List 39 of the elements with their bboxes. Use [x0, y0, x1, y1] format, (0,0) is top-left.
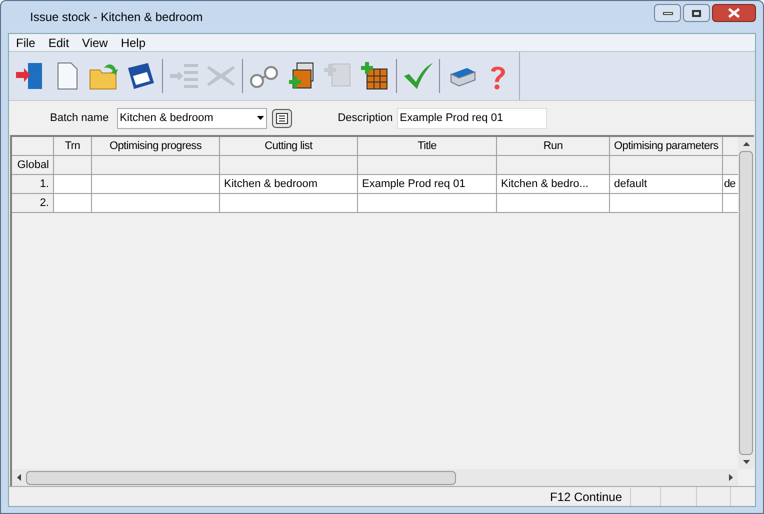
table-cell: de — [723, 175, 738, 194]
table-cell: Example Prod req 01 — [358, 175, 497, 194]
scroll-left-icon[interactable] — [17, 474, 21, 481]
maximize-button[interactable] — [683, 4, 710, 22]
close-button[interactable] — [712, 4, 756, 22]
table-cell: Kitchen & bedroom — [220, 175, 358, 194]
scroll-thumb[interactable] — [739, 151, 753, 455]
minimize-button[interactable] — [654, 4, 681, 22]
menu-item[interactable]: View — [76, 34, 114, 52]
column-header[interactable]: Optimising parameters — [610, 137, 723, 156]
column-header[interactable]: Trn — [54, 137, 92, 156]
menu-item[interactable]: File — [10, 34, 42, 52]
column-header[interactable]: Cutting list — [220, 137, 358, 156]
scroll-up-icon[interactable] — [742, 142, 750, 146]
scroll-right-icon[interactable] — [729, 474, 733, 481]
batch-name-dropdown[interactable]: Kitchen & bedroom — [116, 108, 267, 128]
table-cell: Kitchen & bedro... — [497, 175, 610, 194]
row-header: 1. — [12, 175, 54, 194]
row-header: Global — [12, 156, 54, 175]
menu-item[interactable]: Help — [114, 34, 152, 52]
column-header[interactable]: Run — [497, 137, 610, 156]
close-icon — [728, 8, 740, 18]
menu-item[interactable]: Edit — [42, 34, 76, 52]
list-button[interactable] — [272, 108, 292, 128]
status-text: F12 Continue — [542, 488, 631, 506]
column-header[interactable]: Title — [358, 137, 497, 156]
batch-name-label: Batch name — [50, 110, 109, 126]
description-field[interactable]: Example Prod req 01 — [396, 108, 547, 128]
dropdown-caret-icon — [256, 116, 264, 120]
scroll-thumb[interactable] — [26, 470, 456, 484]
list-icon — [276, 112, 288, 124]
column-header[interactable]: Optimising progress — [92, 137, 220, 156]
window-title: Issue stock - Kitchen & bedroom — [30, 9, 203, 26]
horizontal-scrollbar[interactable] — [12, 469, 738, 486]
vertical-scrollbar[interactable] — [738, 137, 754, 469]
table-cell: default — [610, 175, 723, 194]
row-header: 2. — [12, 194, 54, 213]
description-label: Description — [338, 110, 393, 126]
scroll-down-icon[interactable] — [742, 460, 750, 464]
